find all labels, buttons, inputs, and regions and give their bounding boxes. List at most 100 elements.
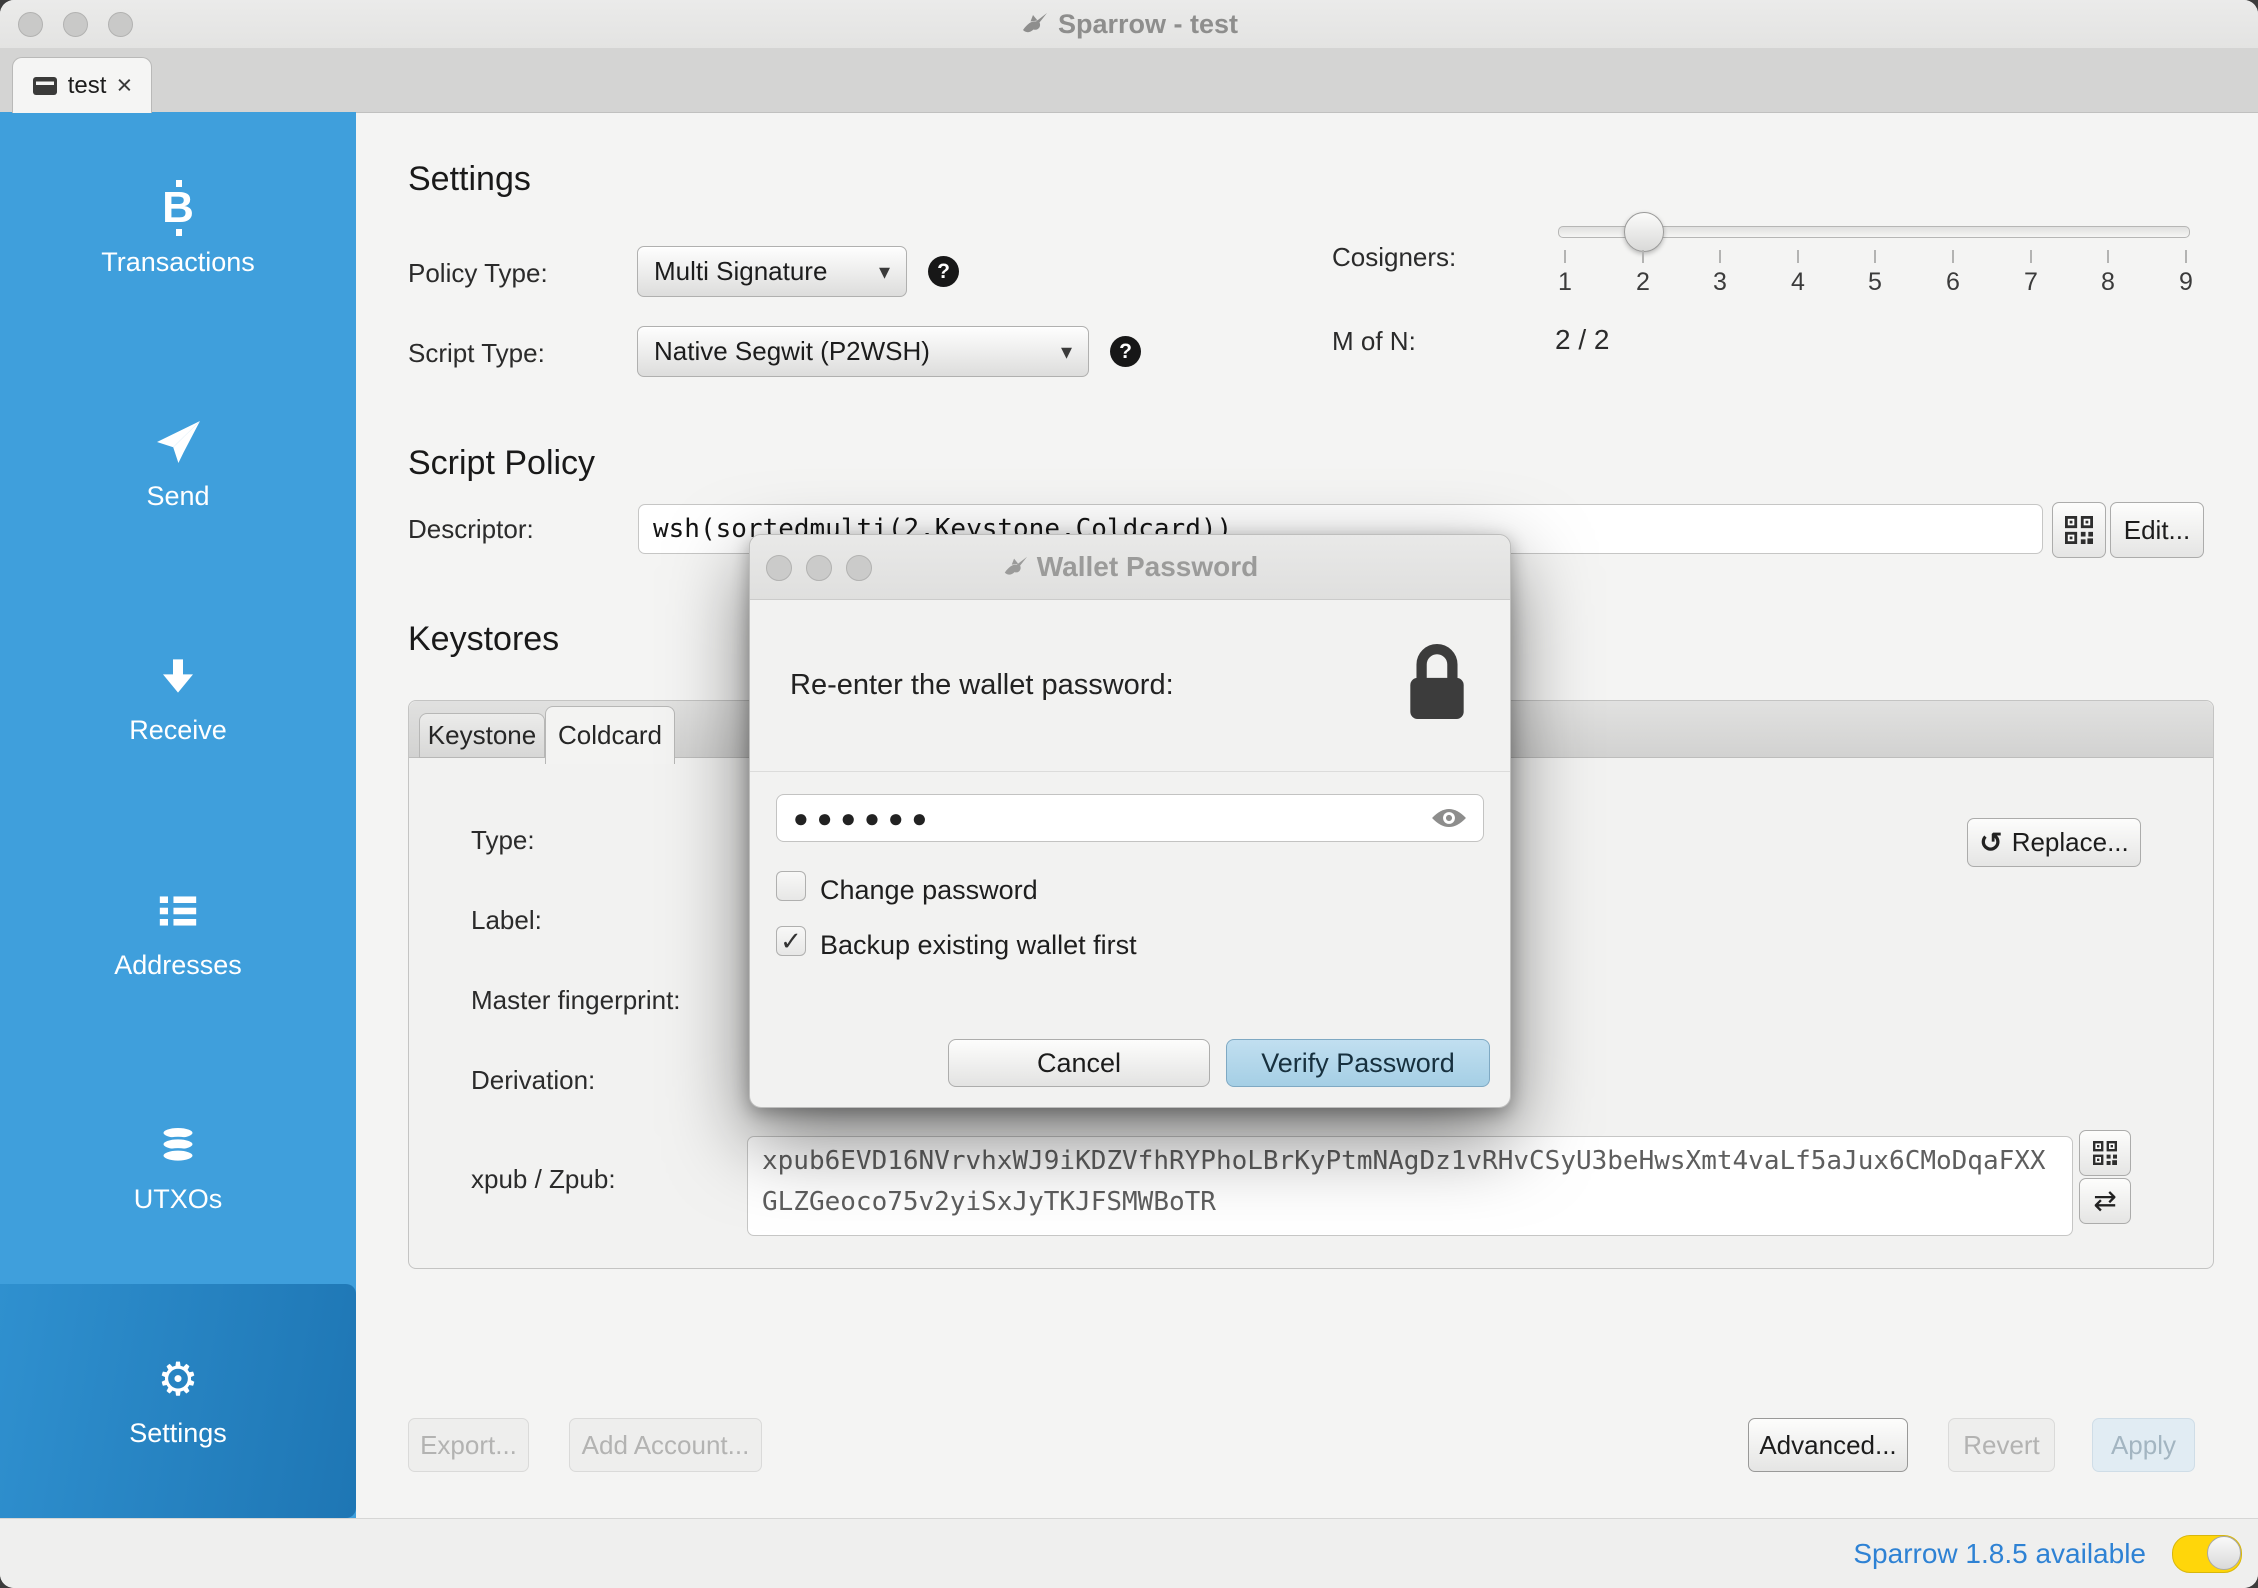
wallet-tab-bar: test ×	[0, 48, 2258, 113]
settings-heading: Settings	[408, 160, 531, 199]
add-account-button[interactable]: Add Account...	[569, 1418, 762, 1472]
window-title: Sparrow - test	[0, 0, 2258, 48]
master-fingerprint-label: Master fingerprint:	[471, 985, 681, 1016]
slider-tick: 6	[1933, 250, 1973, 297]
tab-coldcard[interactable]: Coldcard	[545, 706, 675, 764]
descriptor-label: Descriptor:	[408, 514, 534, 545]
dialog-message: Re-enter the wallet password:	[790, 599, 1174, 771]
m-of-n-value: 2 / 2	[1555, 324, 1609, 356]
qr-code-icon	[2065, 516, 2093, 544]
script-type-help-icon[interactable]: ?	[1110, 336, 1141, 367]
derivation-label: Derivation:	[471, 1065, 595, 1096]
tab-test[interactable]: test ×	[12, 57, 152, 113]
undo-arrow-icon: ↺	[1979, 829, 2002, 857]
keystore-label-label: Label:	[471, 905, 542, 936]
xpub-switch-button[interactable]: ⇄	[2079, 1178, 2131, 1224]
sparrow-bird-icon	[1020, 10, 1048, 38]
apply-button[interactable]: Apply	[2092, 1418, 2195, 1472]
change-password-label: Change password	[820, 875, 1038, 906]
script-policy-heading: Script Policy	[408, 444, 595, 483]
sidebar-item-receive[interactable]: Receive	[0, 581, 356, 815]
xpub-value: xpub6EVD16NVrvhxWJ9iKDZVfhRYPhoLBrKyPtmN…	[762, 1146, 2046, 1217]
policy-type-label: Policy Type:	[408, 258, 548, 289]
slider-tick: 7	[2011, 250, 2051, 297]
tab-close-icon[interactable]: ×	[116, 72, 132, 99]
keystores-heading: Keystores	[408, 620, 559, 659]
cosigners-label: Cosigners:	[1332, 242, 1456, 273]
sidebar-item-addresses[interactable]: Addresses	[0, 815, 356, 1049]
script-type-value: Native Segwit (P2WSH)	[654, 336, 930, 367]
toggle-knob	[2207, 1536, 2241, 1570]
sparrow-bird-icon	[1002, 554, 1028, 580]
tab-keystone[interactable]: Keystone	[419, 713, 545, 758]
slider-tick: 9	[2166, 250, 2206, 297]
descriptor-qr-button[interactable]	[2052, 502, 2106, 558]
wallet-icon	[32, 75, 58, 97]
xpub-field[interactable]: xpub6EVD16NVrvhxWJ9iKDZVfhRYPhoLBrKyPtmN…	[747, 1136, 2073, 1236]
dialog-title: Wallet Password	[750, 535, 1510, 599]
slider-tick: 1	[1545, 250, 1585, 297]
sidebar: B Transactions Send Receive	[0, 112, 356, 1518]
chevron-down-icon: ▾	[1061, 339, 1072, 365]
sidebar-item-transactions[interactable]: B Transactions	[0, 112, 356, 346]
sidebar-item-label: Settings	[129, 1418, 227, 1449]
verify-password-button[interactable]: Verify Password	[1226, 1039, 1490, 1087]
list-icon	[156, 884, 200, 938]
replace-keystore-button[interactable]: ↺ Replace...	[1967, 818, 2141, 867]
bitcoin-icon: B	[162, 181, 194, 235]
dialog-separator	[750, 771, 1510, 772]
arrow-down-icon	[158, 649, 198, 703]
swap-arrows-icon: ⇄	[2093, 1187, 2116, 1215]
cancel-button[interactable]: Cancel	[948, 1039, 1210, 1087]
status-bar: Sparrow 1.8.5 available	[0, 1518, 2258, 1588]
password-input[interactable]: ●●●●●●	[776, 794, 1484, 842]
lock-icon	[1404, 643, 1470, 726]
export-button[interactable]: Export...	[408, 1418, 529, 1472]
show-password-eye-icon[interactable]	[1431, 806, 1467, 830]
advanced-button[interactable]: Advanced...	[1748, 1418, 1908, 1472]
sidebar-item-label: Addresses	[114, 950, 242, 981]
backup-wallet-label: Backup existing wallet first	[820, 930, 1137, 961]
password-masked-value: ●●●●●●	[793, 805, 935, 831]
backup-wallet-checkbox[interactable]: ✓	[776, 926, 806, 956]
paper-plane-icon	[154, 415, 202, 469]
sidebar-item-send[interactable]: Send	[0, 346, 356, 580]
m-of-n-label: M of N:	[1332, 326, 1416, 357]
wallet-password-dialog: Wallet Password Re-enter the wallet pass…	[749, 534, 1511, 1108]
slider-tick: 5	[1855, 250, 1895, 297]
cosigners-slider-handle[interactable]	[1624, 212, 1664, 252]
revert-button[interactable]: Revert	[1948, 1418, 2055, 1472]
check-icon: ✓	[780, 926, 802, 957]
gear-icon: ⚙	[157, 1352, 198, 1406]
tab-label: test	[68, 72, 107, 100]
window-title-text: Sparrow - test	[1058, 9, 1238, 40]
xpub-qr-button[interactable]	[2079, 1130, 2131, 1176]
policy-type-dropdown[interactable]: Multi Signature ▾	[637, 246, 907, 297]
theme-toggle[interactable]	[2172, 1535, 2242, 1573]
script-type-label: Script Type:	[408, 338, 545, 369]
change-password-checkbox[interactable]	[776, 871, 806, 901]
slider-tick: 2	[1623, 250, 1663, 297]
sidebar-item-settings[interactable]: ⚙ Settings	[0, 1284, 356, 1518]
slider-tick: 3	[1700, 250, 1740, 297]
sidebar-item-label: Receive	[129, 715, 227, 746]
script-type-dropdown[interactable]: Native Segwit (P2WSH) ▾	[637, 326, 1089, 377]
chevron-down-icon: ▾	[879, 259, 890, 285]
xpub-label: xpub / Zpub:	[471, 1164, 616, 1195]
slider-tick: 4	[1778, 250, 1818, 297]
slider-tick: 8	[2088, 250, 2128, 297]
app-window: Sparrow - test test × B Transactions	[0, 0, 2258, 1588]
sidebar-item-label: UTXOs	[134, 1184, 223, 1215]
keystore-type-label: Type:	[471, 825, 535, 856]
policy-type-help-icon[interactable]: ?	[928, 256, 959, 287]
descriptor-edit-button[interactable]: Edit...	[2110, 502, 2204, 558]
dialog-titlebar: Wallet Password	[750, 535, 1510, 600]
sidebar-item-label: Transactions	[101, 247, 255, 278]
update-available-link[interactable]: Sparrow 1.8.5 available	[1853, 1538, 2146, 1570]
coins-icon	[156, 1118, 200, 1172]
qr-code-icon	[2093, 1141, 2117, 1165]
window-titlebar: Sparrow - test	[0, 0, 2258, 49]
policy-type-value: Multi Signature	[654, 256, 827, 287]
sidebar-item-label: Send	[146, 481, 209, 512]
sidebar-item-utxos[interactable]: UTXOs	[0, 1049, 356, 1283]
